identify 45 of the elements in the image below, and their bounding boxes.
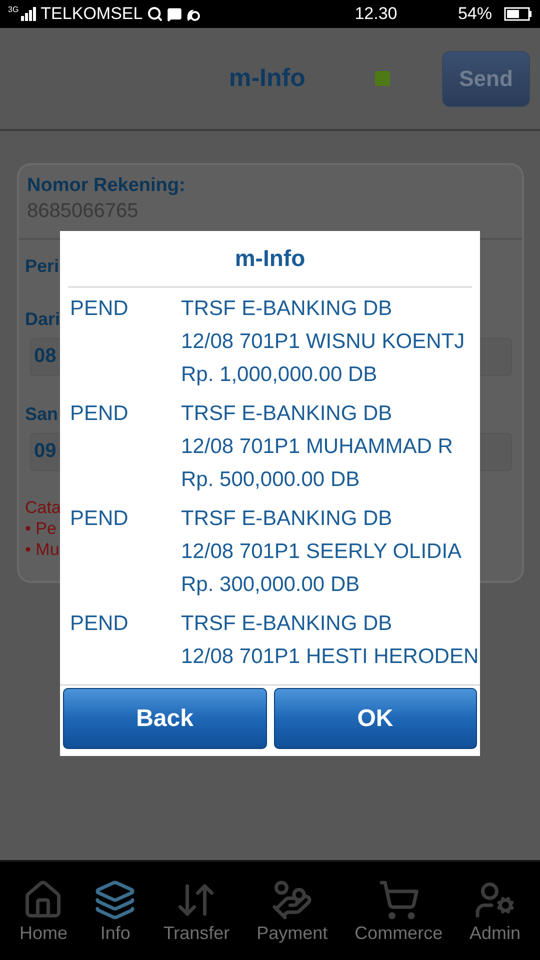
nav-tab[interactable]: Payment: [256, 878, 328, 944]
note-title: Cata: [25, 497, 61, 518]
nav-tab[interactable]: Home: [19, 878, 68, 944]
transaction-status: PEND: [70, 506, 130, 532]
transaction-line: TRSF E-BANKING DB: [181, 611, 394, 637]
cart-icon: [378, 878, 420, 920]
transaction-line: TRSF E-BANKING DB: [181, 401, 394, 427]
status-indicator-icon: [375, 71, 390, 86]
transaction-status: PEND: [70, 611, 130, 637]
clock-time: 12.30: [354, 4, 398, 24]
transaction-line: Rp. 1,000,000.00 DB: [181, 362, 378, 388]
ok-button[interactable]: OK: [274, 688, 477, 749]
account-label: Nomor Rekening:: [27, 175, 186, 197]
transaction-line: 12/08 701P1 MUHAMMAD R: [181, 434, 453, 460]
send-button[interactable]: Send: [442, 50, 530, 106]
note-text: • Pe: [25, 518, 56, 539]
to-label: San: [25, 404, 58, 425]
transaction-line: 12/08 701P1 SEERLY OLIDIA: [181, 539, 462, 565]
transaction-line: 12/08 701P1 HESTI HERODEN: [181, 644, 479, 670]
transaction-status: PEND: [70, 296, 130, 322]
from-label: Dari: [25, 309, 60, 330]
hand-coins-icon: [271, 878, 314, 920]
stack-icon: [94, 878, 136, 920]
dialog-title: m-Info: [68, 231, 472, 288]
nav-tab[interactable]: Commerce: [354, 878, 443, 944]
period-label: Peri: [25, 256, 60, 277]
page-title: m-Info: [229, 64, 306, 93]
search-icon: [146, 6, 163, 22]
signal-icon: [20, 7, 37, 21]
transaction-line: TRSF E-BANKING DB: [181, 506, 394, 532]
battery-icon: [504, 7, 532, 21]
transaction-status: PEND: [70, 401, 130, 427]
transaction-line: TRSF E-BANKING DB: [181, 296, 394, 322]
note-text: • Mu: [25, 539, 60, 560]
chat-icon: [166, 6, 182, 22]
transaction-line: Rp. 300,000.00 DB: [181, 572, 361, 598]
back-button[interactable]: Back: [63, 688, 266, 749]
nav-tab[interactable]: Transfer: [163, 878, 230, 944]
nav-tab[interactable]: Info: [94, 878, 136, 944]
transaction-line: 12/08 701P1 WISNU KOENTJ: [181, 329, 465, 355]
nav-tab[interactable]: Admin: [470, 878, 521, 944]
transaction-line: Rp. 500,000.00 DB: [181, 467, 361, 493]
carrier-name: TELKOMSEL: [40, 4, 143, 24]
network-label: 3G: [8, 6, 19, 14]
battery-percent: 54%: [458, 4, 492, 24]
